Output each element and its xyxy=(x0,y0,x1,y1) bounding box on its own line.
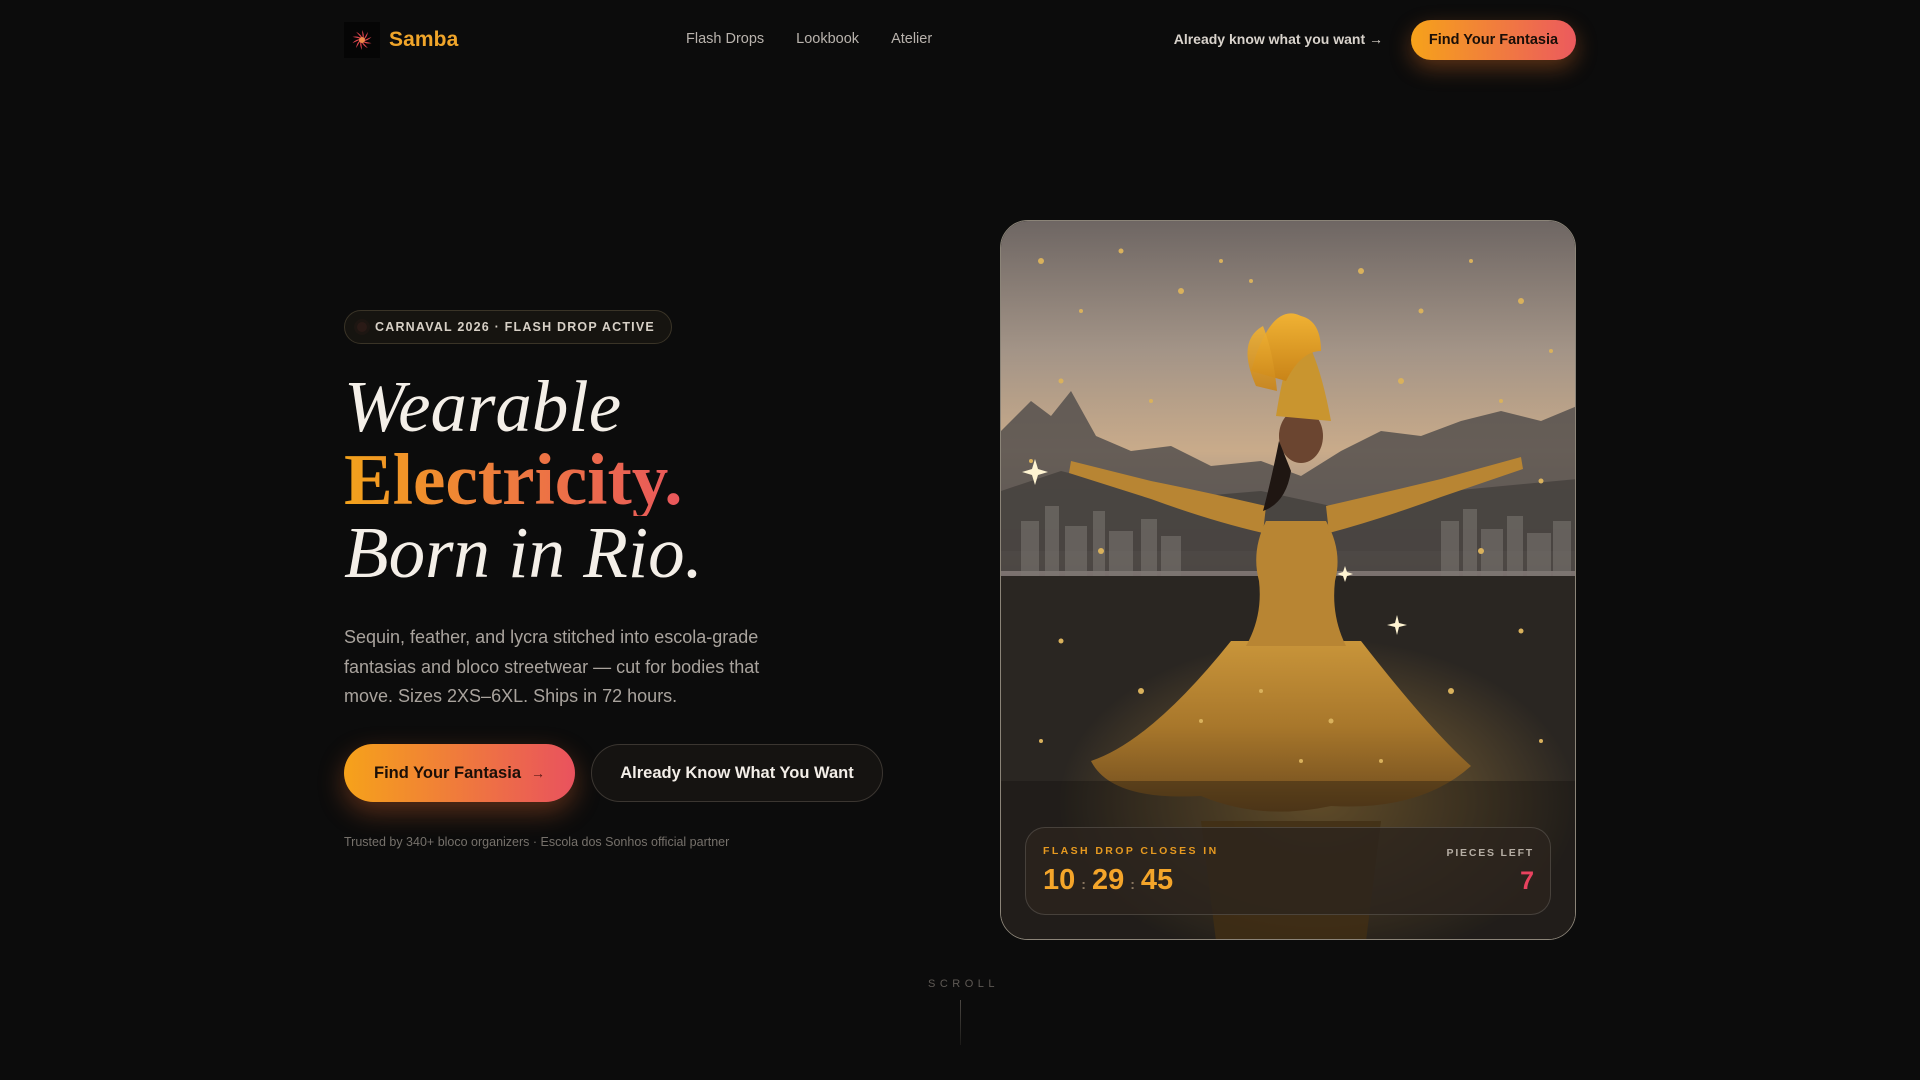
countdown-timer: 10 : 29 : 45 xyxy=(1043,864,1173,897)
countdown-seconds: 45 xyxy=(1140,864,1174,896)
hero-subcopy: Sequin, feather, and lycra stitched into… xyxy=(344,627,760,706)
nav-item-atelier[interactable]: Atelier xyxy=(891,31,932,47)
flash-drop-panel: FLASH DROP CLOSES IN 10 : 29 : 45 PIECES… xyxy=(1025,827,1551,915)
countdown-hours: 10 xyxy=(1043,864,1076,896)
landing-page: Samba Flash Drops Lookbook Atelier Alrea… xyxy=(0,0,1920,1080)
countdown-separator: : xyxy=(1081,876,1086,892)
countdown-separator: : xyxy=(1130,876,1135,892)
nav-item-lookbook[interactable]: Lookbook xyxy=(796,31,859,47)
sun-burst-logo-icon xyxy=(344,22,380,58)
live-dot-icon xyxy=(357,322,367,332)
brand-name: Samba xyxy=(389,28,459,51)
headline-line-2: Electricity. xyxy=(344,443,703,516)
flash-drop-label: FLASH DROP CLOSES IN xyxy=(1043,845,1219,857)
trust-line: Trusted by 340+ bloco organizers · Escol… xyxy=(344,835,730,849)
arrow-right-icon: → xyxy=(531,765,545,781)
headline-line-1: Wearable xyxy=(344,366,622,447)
main-nav: Flash Drops Lookbook Atelier xyxy=(686,31,932,47)
countdown-minutes: 29 xyxy=(1091,864,1125,896)
nav-item-flash-drops[interactable]: Flash Drops xyxy=(686,31,764,47)
pieces-left-label: PIECES LEFT xyxy=(1446,847,1534,859)
already-know-button[interactable]: Already Know What You Want xyxy=(591,744,883,802)
flash-drop-status-badge: CARNAVAL 2026 · FLASH DROP ACTIVE xyxy=(344,310,672,344)
find-fantasia-button[interactable]: Find Your Fantasia → xyxy=(344,744,575,802)
badge-text: CARNAVAL 2026 · FLASH DROP ACTIVE xyxy=(375,320,655,334)
find-fantasia-label: Find Your Fantasia xyxy=(374,763,521,782)
brand-logo[interactable]: Samba xyxy=(344,22,458,58)
header-know-what-you-want-link[interactable]: Already know what you want → xyxy=(1174,31,1383,47)
hero-image-card: FLASH DROP CLOSES IN 10 : 29 : 45 PIECES… xyxy=(1000,220,1576,940)
pieces-left-value: 7 xyxy=(1520,867,1534,895)
scroll-indicator-line xyxy=(960,1000,961,1045)
hero-headline: Wearable Electricity. Born in Rio. xyxy=(344,370,703,589)
scroll-indicator-label: SCROLL xyxy=(928,978,1000,990)
header-find-fantasia-button[interactable]: Find Your Fantasia xyxy=(1411,20,1576,60)
headline-line-3: Born in Rio. xyxy=(344,512,703,593)
